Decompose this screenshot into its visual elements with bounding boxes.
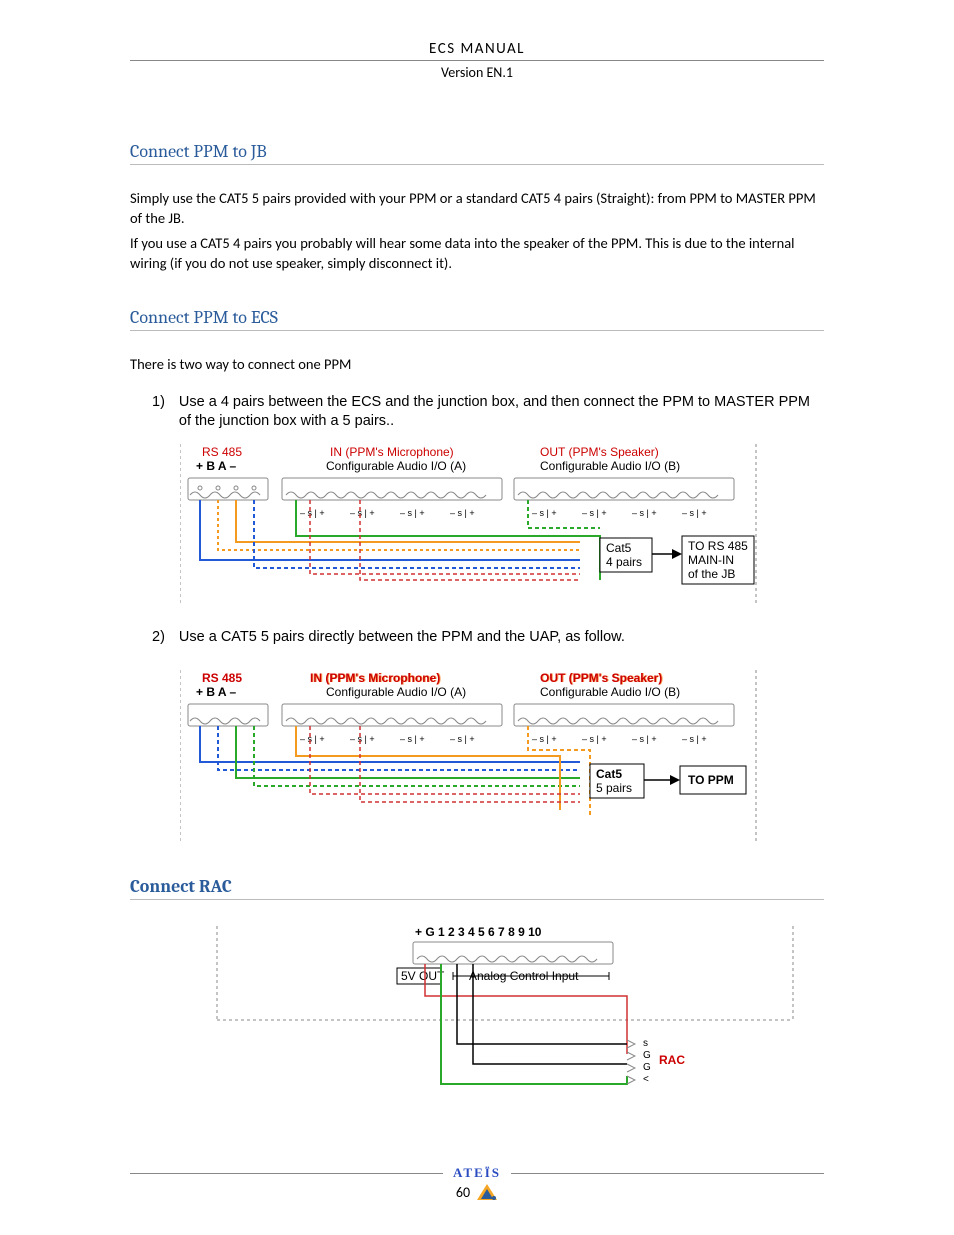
wiring-diagram-3: + G 1 2 3 4 5 6 7 8 9 10 5V OUT Analog C… (130, 924, 824, 1124)
svg-text:– s | +: – s | + (682, 508, 707, 518)
footer-rule-right (511, 1173, 824, 1174)
svg-text:– s | +: – s | + (400, 508, 425, 518)
wiring-diagram-2: RS 485 IN (PPM's Microphone) IN (PPM's M… (180, 666, 824, 846)
list-text: Use a 4 pairs between the ECS and the ju… (179, 393, 824, 432)
svg-text:– s | +: – s | + (400, 734, 425, 744)
svg-text:<: < (643, 1074, 649, 1085)
svg-text:– s | +: – s | + (350, 734, 375, 744)
heading-connect-rac: Connect RAC (130, 876, 824, 900)
list-marker: 1) (152, 393, 165, 432)
page-footer: ATEÏS 60 (130, 1165, 824, 1201)
label-rac: RAC (659, 1053, 685, 1067)
svg-text:G: G (643, 1050, 651, 1061)
svg-text:– s | +: – s | + (582, 508, 607, 518)
svg-text:– s | +: – s | + (350, 508, 375, 518)
label-to-rs485: TO RS 485 (688, 539, 748, 553)
label-pairs: 5 pairs (596, 781, 632, 795)
label-out: OUT (PPM's Speaker) OUT (PPM's Speaker) (540, 671, 663, 685)
list-text: Use a CAT5 5 pairs directly between the … (179, 628, 824, 648)
paragraph: Simply use the CAT5 5 pairs provided wit… (130, 189, 824, 228)
svg-text:– s | +: – s | + (682, 734, 707, 744)
paragraph: If you use a CAT5 4 pairs you probably w… (130, 234, 824, 273)
label-pins: + G 1 2 3 4 5 6 7 8 9 10 (415, 925, 542, 939)
svg-text:– s | +: – s | + (450, 734, 475, 744)
svg-text:– s | +: – s | + (532, 734, 557, 744)
label-of-jb: of the JB (688, 567, 735, 581)
label-rs485-pins: + B A – (196, 685, 236, 699)
doc-version: Version EN.1 (130, 64, 824, 81)
label-rs485: RS 485 (202, 671, 242, 685)
label-rs485: RS 485 (202, 445, 242, 459)
svg-text:– s | +: – s | + (632, 734, 657, 744)
label-pairs: 4 pairs (606, 555, 642, 569)
label-analog-control: Analog Control Input (469, 969, 579, 983)
header-rule (130, 60, 824, 61)
svg-text:OUT (PPM's Speaker): OUT (PPM's Speaker) (540, 671, 662, 685)
list-marker: 2) (152, 628, 165, 648)
svg-text:G: G (643, 1062, 651, 1073)
footer-rule-left (130, 1173, 443, 1174)
label-out: OUT (PPM's Speaker) (540, 445, 659, 459)
label-in: IN (PPM's Microphone) IN (PPM's Micropho… (310, 671, 441, 685)
label-io-a: Configurable Audio I/O (A) (326, 685, 466, 699)
svg-text:– s | +: – s | + (300, 734, 325, 744)
label-to-ppm: TO PPM (688, 773, 734, 787)
svg-text:– s | +: – s | + (632, 508, 657, 518)
label-5v-out: 5V OUT (401, 969, 445, 983)
list-item: 2) Use a CAT5 5 pairs directly between t… (152, 628, 824, 648)
label-rs485-pins: + B A – (196, 459, 236, 473)
doc-title: ECS MANUAL (130, 40, 824, 58)
label-io-a: Configurable Audio I/O (A) (326, 459, 466, 473)
label-io-b: Configurable Audio I/O (B) (540, 685, 680, 699)
wiring-diagram-1: RS 485 IN (PPM's Microphone) OUT (PPM's … (180, 440, 824, 610)
svg-text:– s | +: – s | + (300, 508, 325, 518)
label-in: IN (PPM's Microphone) (330, 445, 454, 459)
paragraph: There is two way to connect one PPM (130, 355, 824, 375)
list-item: 1) Use a 4 pairs between the ECS and the… (152, 393, 824, 432)
svg-text:s: s (643, 1038, 648, 1049)
label-cat5: Cat5 (596, 767, 622, 781)
label-cat5: Cat5 (606, 541, 632, 555)
svg-text:– s | +: – s | + (450, 508, 475, 518)
label-io-b: Configurable Audio I/O (B) (540, 459, 680, 473)
svg-text:IN (PPM's Microphone): IN (PPM's Microphone) (310, 671, 440, 685)
logo-icon (476, 1183, 498, 1201)
svg-text:– s | +: – s | + (532, 508, 557, 518)
heading-connect-ppm-ecs: Connect PPM to ECS (130, 307, 824, 331)
brand-text: ATEÏS (453, 1165, 501, 1181)
heading-connect-ppm-jb: Connect PPM to JB (130, 141, 824, 165)
label-main-in: MAIN-IN (688, 553, 734, 567)
page-number: 60 (456, 1184, 470, 1201)
svg-text:– s | +: – s | + (582, 734, 607, 744)
